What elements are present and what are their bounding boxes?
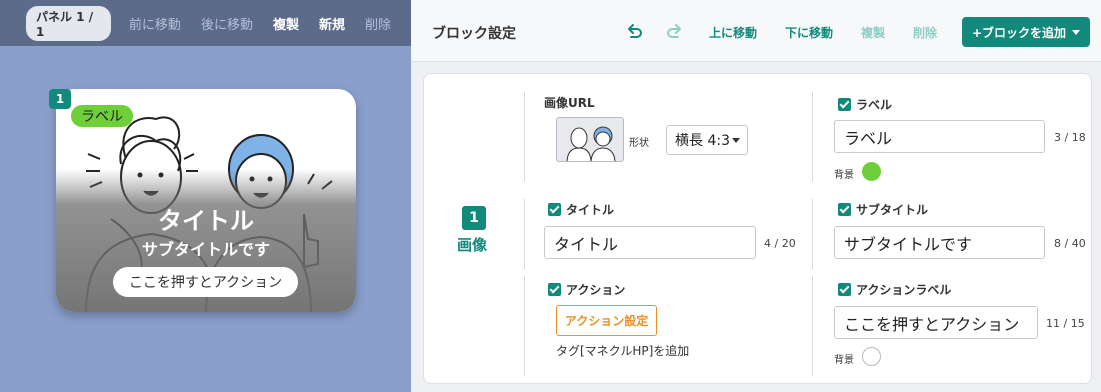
action-label-bg-label: 背景 — [834, 355, 854, 366]
shape-select-value: 横長 4:3 — [675, 133, 730, 149]
action-label-field-label: アクションラベル — [838, 281, 951, 298]
shape-select[interactable]: 横長 4:3 — [666, 125, 748, 155]
label-bg-label: 背景 — [834, 170, 854, 181]
block-number-badge: 1 — [462, 206, 486, 230]
title-counter: 4 / 20 — [764, 237, 796, 250]
subtitle-counter: 8 / 40 — [1054, 237, 1086, 250]
action-tag-note: タグ[マネクルHP]を追加 — [556, 344, 690, 358]
settings-header: ブロック設定 上に移動 下に移動 複製 削除 +ブロックを追加 — [411, 0, 1101, 62]
redo-icon[interactable] — [666, 22, 684, 40]
action-label-input[interactable]: ここを押すとアクション — [834, 306, 1038, 339]
undo-icon[interactable] — [625, 22, 643, 40]
block-form: 1 画像 画像URL 形状 横長 4:3 ラベル ラベル 3 / 18 背景 タ… — [423, 73, 1092, 384]
action-settings-button[interactable]: アクション設定 — [556, 305, 657, 336]
add-block-button[interactable]: +ブロックを追加 — [962, 17, 1090, 47]
shape-label: 形状 — [629, 138, 649, 149]
delete-block-button[interactable]: 削除 — [913, 24, 937, 41]
action-label-bg-color-swatch[interactable] — [862, 347, 881, 366]
title-input[interactable]: タイトル — [544, 226, 756, 259]
move-prev-button[interactable]: 前に移動 — [129, 14, 181, 33]
label-field-label-text: ラベル — [856, 98, 893, 112]
divider — [812, 92, 813, 182]
action-field-label: アクション — [548, 281, 625, 298]
subtitle-input[interactable]: サブタイトルです — [834, 226, 1045, 259]
divider — [524, 276, 525, 376]
title-field-label: タイトル — [548, 201, 614, 218]
subtitle-field-label: サブタイトル — [838, 201, 928, 218]
action-checkbox[interactable] — [548, 283, 561, 296]
preview-panel: パネル 1 / 1 前に移動 後に移動 複製 新規 削除 ラベル タイトル サブ… — [0, 0, 411, 392]
label-bg-color-swatch[interactable] — [862, 162, 881, 181]
divider — [524, 92, 525, 182]
title-checkbox[interactable] — [548, 203, 561, 216]
preview-card[interactable]: ラベル タイトル サブタイトルです ここを押すとアクション — [56, 89, 356, 312]
divider — [524, 199, 525, 269]
move-next-button[interactable]: 後に移動 — [201, 14, 253, 33]
card-subtitle: サブタイトルです — [141, 240, 270, 259]
label-counter: 3 / 18 — [1054, 131, 1086, 144]
settings-panel: ブロック設定 上に移動 下に移動 複製 削除 +ブロックを追加 1 画像 画像U… — [411, 0, 1101, 392]
action-field-label-text: アクション — [566, 283, 626, 297]
subtitle-field-label-text: サブタイトル — [856, 203, 929, 217]
duplicate-block-button[interactable]: 複製 — [861, 24, 885, 41]
chevron-down-icon — [1072, 29, 1081, 35]
add-block-label: +ブロックを追加 — [971, 25, 1067, 40]
divider — [812, 276, 813, 376]
thumbnail-illustration — [566, 126, 616, 161]
divider — [812, 199, 813, 269]
image-url-label-text: 画像URL — [544, 96, 595, 110]
card-label-badge: ラベル — [71, 105, 133, 127]
panel-toolbar: パネル 1 / 1 前に移動 後に移動 複製 新規 削除 — [0, 0, 411, 46]
subtitle-checkbox[interactable] — [838, 203, 851, 216]
action-label-field-label-text: アクションラベル — [856, 283, 952, 297]
delete-panel-button[interactable]: 削除 — [365, 14, 391, 33]
settings-title: ブロック設定 — [432, 26, 516, 42]
action-label-checkbox[interactable] — [838, 283, 851, 296]
move-down-button[interactable]: 下に移動 — [785, 24, 833, 41]
image-thumbnail[interactable] — [556, 117, 624, 162]
panel-indicator: パネル 1 / 1 — [26, 5, 111, 41]
image-url-label: 画像URL — [544, 94, 595, 111]
label-checkbox[interactable] — [838, 98, 851, 111]
label-field-label: ラベル — [838, 96, 892, 113]
label-input[interactable]: ラベル — [834, 120, 1045, 153]
title-field-label-text: タイトル — [566, 203, 615, 217]
card-title: タイトル — [158, 207, 254, 235]
duplicate-panel-button[interactable]: 複製 — [273, 14, 299, 33]
card-number-badge: 1 — [49, 89, 71, 109]
block-type-label: 画像 — [457, 236, 488, 254]
card-action-button[interactable]: ここを押すとアクション — [113, 267, 298, 297]
move-up-button[interactable]: 上に移動 — [709, 24, 757, 41]
new-panel-button[interactable]: 新規 — [319, 14, 345, 33]
chevron-down-icon — [732, 138, 740, 143]
action-label-counter: 11 / 15 — [1046, 317, 1085, 330]
